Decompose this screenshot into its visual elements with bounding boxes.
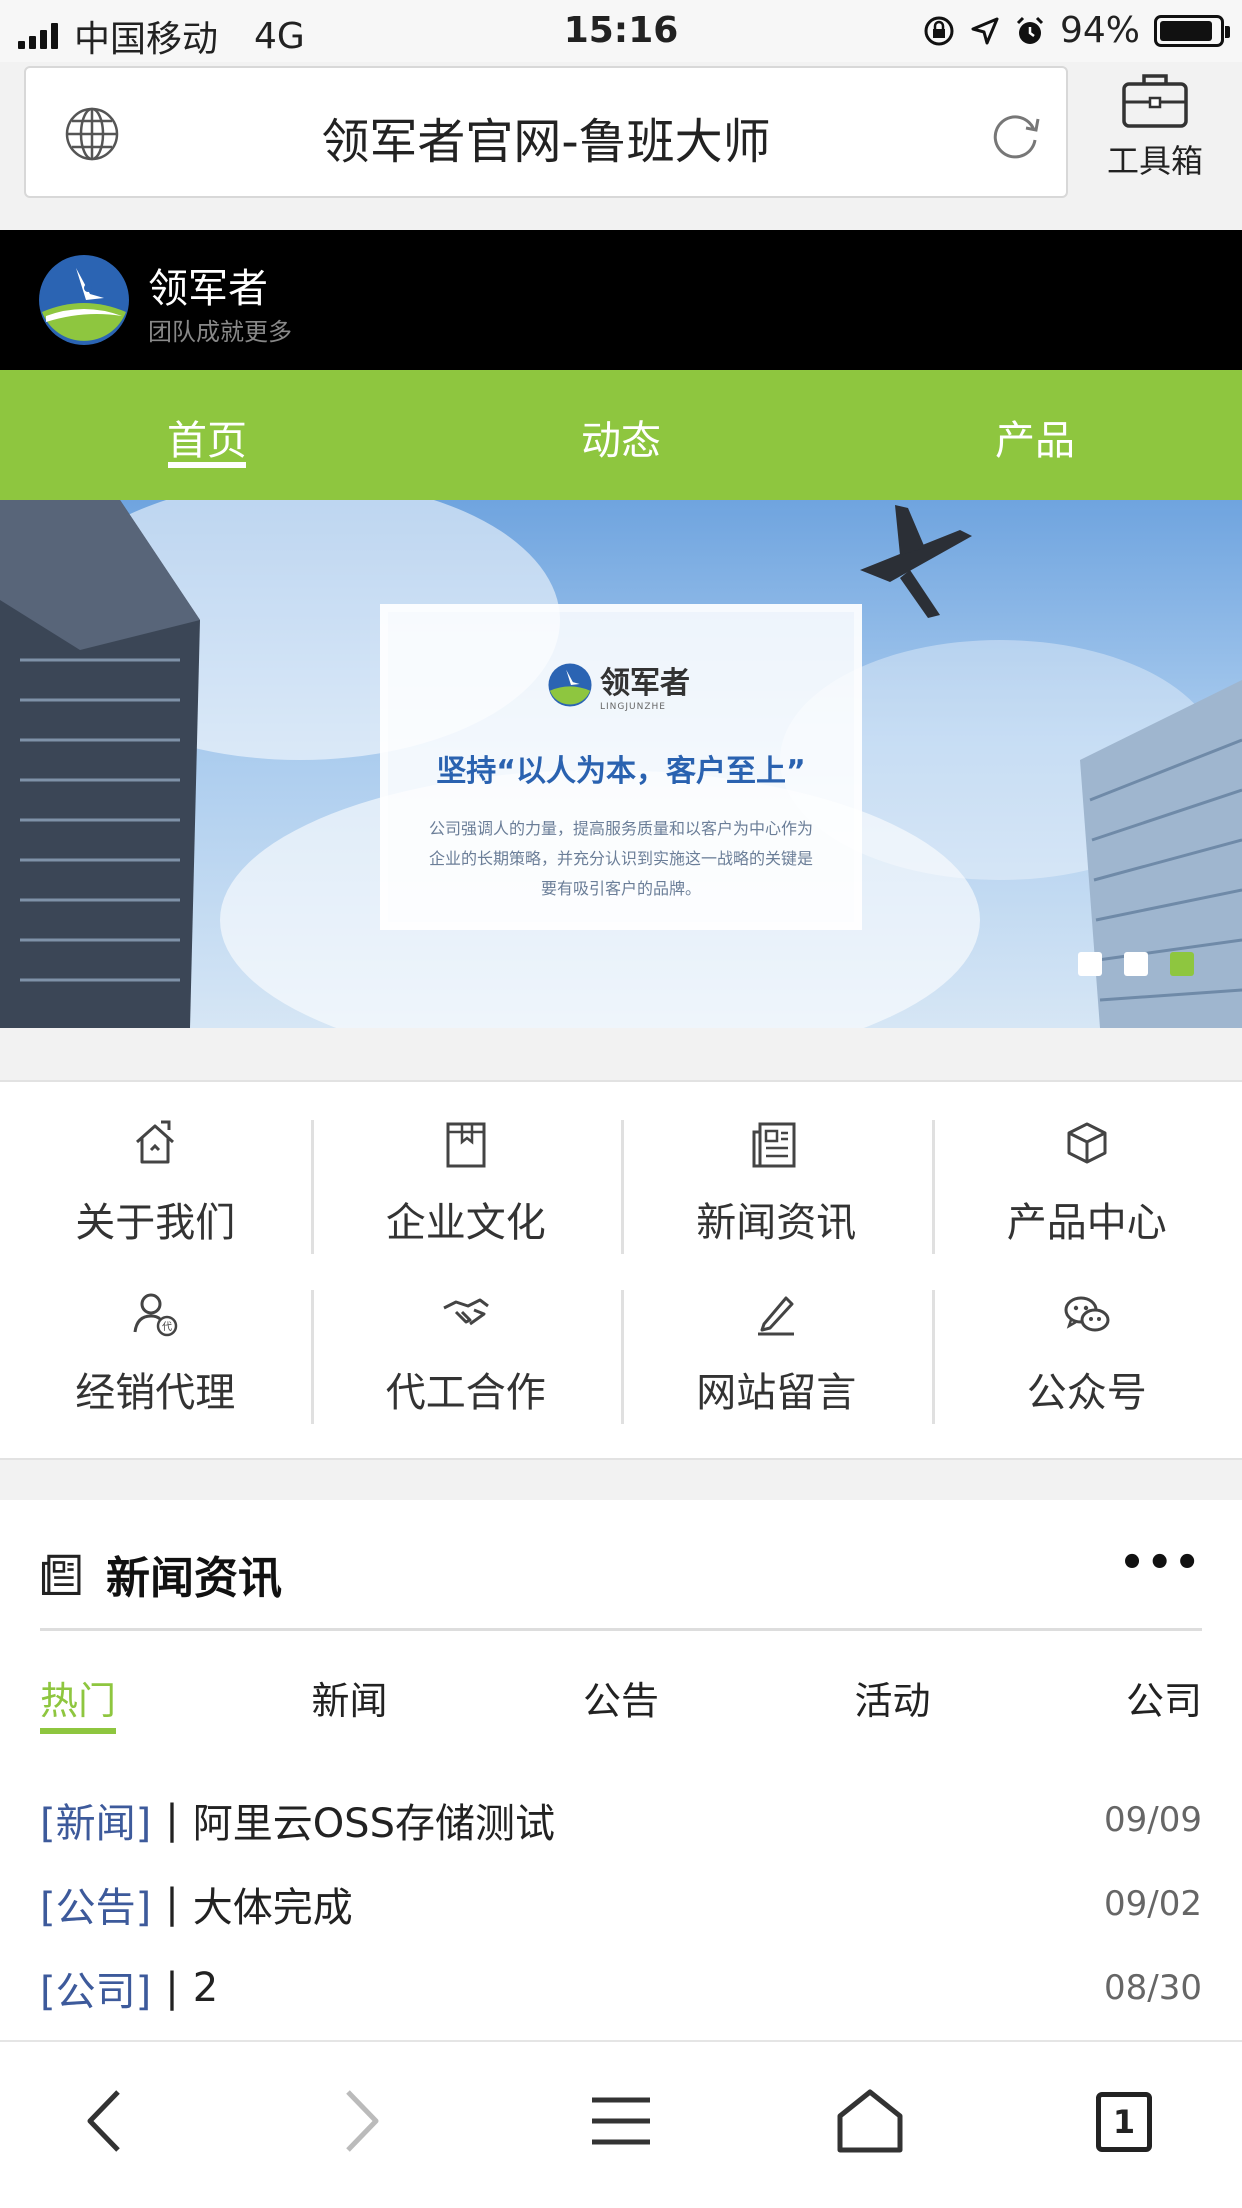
quick-link-news[interactable]: 新闻资讯: [621, 1084, 932, 1254]
quick-link-label: 经销代理: [75, 1370, 236, 1416]
news-date: 08/30: [1104, 1968, 1202, 2008]
news-item[interactable]: [公告] | 大体完成 09/02: [40, 1862, 1202, 1946]
news-category: [公告]: [40, 1885, 152, 1931]
quick-link-oem[interactable]: 代工合作: [310, 1254, 622, 1424]
quick-link-culture[interactable]: 企业文化: [310, 1084, 622, 1254]
tab-events[interactable]: 活动: [854, 1670, 930, 1725]
newspaper-icon: [752, 1122, 796, 1168]
box-icon: [1067, 1122, 1107, 1164]
quick-link-label: 新闻资讯: [696, 1200, 857, 1246]
carousel-dot-active[interactable]: [1170, 952, 1194, 976]
location-icon: [971, 17, 999, 44]
forward-icon[interactable]: [340, 2086, 384, 2156]
news-separator: |: [165, 1965, 179, 2011]
agent-icon: 代: [133, 1293, 178, 1337]
news-category: [公司]: [40, 1969, 152, 2015]
quick-link-about[interactable]: 关于我们: [0, 1084, 311, 1254]
brand-slogan: 团队成就更多: [148, 318, 292, 346]
news-section-title: 新闻资讯: [106, 1553, 282, 1604]
quick-link-official-account[interactable]: 公众号: [931, 1254, 1242, 1424]
news-separator: |: [165, 1881, 179, 1927]
battery-icon: [1154, 14, 1230, 47]
site-header: 领军者 团队成就更多: [0, 230, 1242, 370]
more-button[interactable]: •••: [1119, 1540, 1202, 1586]
news-section: 新闻资讯 ••• 热门 新闻 公告 活动 公司 [新闻] | 阿里云OSS存储测…: [0, 1500, 1242, 2040]
banner-card: 领军者 LINGJUNZHE 坚持“以人为本，客户至上” 公司强调人的力量，提高…: [380, 604, 862, 930]
carousel-dot[interactable]: [1078, 952, 1102, 976]
nav-news[interactable]: 动态: [414, 370, 828, 500]
divider: [40, 1628, 1202, 1631]
toolbox-icon: [1122, 74, 1188, 128]
news-title: 阿里云OSS存储测试: [192, 1801, 555, 1847]
tab-company[interactable]: 公司: [1126, 1670, 1202, 1725]
brand-logo[interactable]: [38, 254, 130, 346]
quick-link-products[interactable]: 产品中心: [931, 1084, 1242, 1254]
house-icon: [136, 1120, 175, 1164]
quick-link-label: 产品中心: [1006, 1200, 1167, 1246]
news-separator: |: [165, 1797, 179, 1843]
news-tabs: 热门 新闻 公告 活动 公司: [40, 1670, 1202, 1734]
card-brand: 领军者: [600, 666, 690, 701]
tab-announcement[interactable]: 公告: [583, 1670, 659, 1725]
nav-products[interactable]: 产品: [828, 370, 1242, 500]
news-title: 大体完成: [192, 1885, 353, 1931]
quick-link-label: 公众号: [1026, 1370, 1147, 1416]
nav-home[interactable]: 首页: [0, 370, 414, 500]
quick-links-grid: 关于我们 企业文化 新闻资讯 产品中心 代 经销代理 代工合作 网站留言 公众号: [0, 1080, 1242, 1460]
hero-carousel[interactable]: 领军者 LINGJUNZHE 坚持“以人为本，客户至上” 公司强调人的力量，提高…: [0, 500, 1242, 1028]
browser-toolbar: 1: [0, 2040, 1242, 2208]
carousel-dot[interactable]: [1124, 952, 1148, 976]
main-nav: 首页 动态 产品: [0, 370, 1242, 500]
rotation-lock-icon: [924, 16, 954, 45]
reload-icon[interactable]: [986, 106, 1044, 164]
card-brand-en: LINGJUNZHE: [600, 702, 666, 712]
quick-link-label: 关于我们: [75, 1200, 236, 1246]
news-date: 09/09: [1104, 1800, 1202, 1840]
tab-news[interactable]: 新闻: [311, 1670, 387, 1725]
quick-link-label: 代工合作: [385, 1370, 546, 1416]
news-category: [新闻]: [40, 1801, 152, 1847]
quick-link-label: 网站留言: [696, 1370, 857, 1416]
news-date: 09/02: [1104, 1884, 1202, 1924]
newspaper-icon: [41, 1554, 81, 1596]
quick-link-agents[interactable]: 代 经销代理: [0, 1254, 311, 1424]
news-list: [新闻] | 阿里云OSS存储测试 09/09 [公告] | 大体完成 09/0…: [40, 1778, 1202, 2030]
card-logo-icon: [548, 663, 592, 707]
banner-motto: 坚持“以人为本，客户至上”: [436, 754, 806, 789]
toolbox-label: 工具箱: [1106, 142, 1203, 180]
address-bar[interactable]: 领军者官网-鲁班大师: [24, 66, 1068, 198]
back-icon[interactable]: [82, 2086, 126, 2156]
quick-link-message[interactable]: 网站留言: [621, 1254, 932, 1424]
news-item[interactable]: [新闻] | 阿里云OSS存储测试 09/09: [40, 1778, 1202, 1862]
page-title: 领军者官网-鲁班大师: [321, 114, 771, 170]
wechat-icon: [1064, 1296, 1110, 1332]
quick-link-label: 企业文化: [385, 1200, 546, 1246]
carousel-indicators: [1078, 952, 1194, 976]
news-title: 2: [192, 1965, 219, 2011]
home-icon[interactable]: [836, 2086, 904, 2156]
book-icon: [446, 1122, 486, 1168]
pencil-icon: [758, 1296, 795, 1336]
battery-percent: 94%: [1059, 10, 1140, 51]
status-bar: 中国移动 4G 15:16 94%: [0, 0, 1242, 62]
toolbox-button[interactable]: 工具箱: [1080, 68, 1230, 198]
banner-description: 公司强调人的力量，提高服务质量和以客户为中心作为企业的长期策略，并充分认识到实施…: [428, 819, 813, 898]
svg-text:代: 代: [162, 1321, 172, 1333]
alarm-icon: [1016, 16, 1044, 44]
brand-name: 领军者: [148, 266, 268, 312]
handshake-icon: [443, 1298, 489, 1326]
news-item[interactable]: [公司] | 2 08/30: [40, 1946, 1202, 2030]
tab-hot[interactable]: 热门: [40, 1670, 117, 1734]
tabs-button[interactable]: 1: [1096, 2092, 1152, 2152]
menu-icon[interactable]: [590, 2086, 652, 2156]
